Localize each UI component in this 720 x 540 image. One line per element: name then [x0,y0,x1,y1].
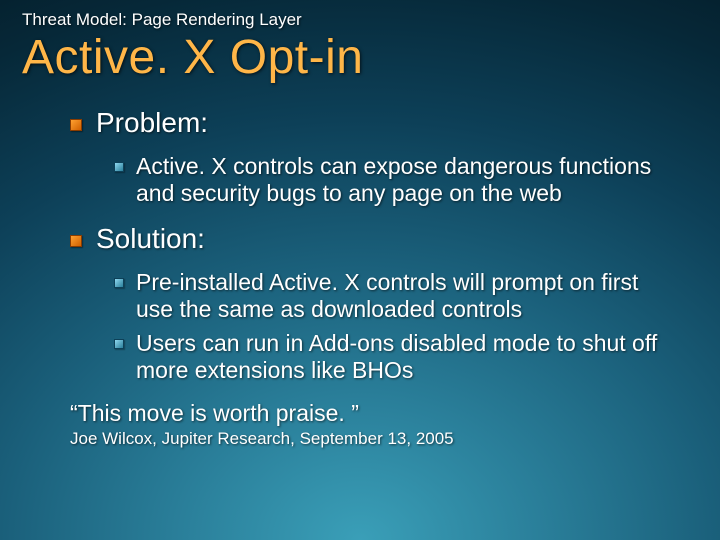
list-item-text: Pre-installed Active. X controls will pr… [136,269,676,323]
list-item: Pre-installed Active. X controls will pr… [114,269,700,323]
slide-content: Problem: Active. X controls can expose d… [20,107,700,449]
square-bullet-icon [70,235,82,247]
square-bullet-icon [70,119,82,131]
square-bullet-icon [114,162,124,172]
section-problem: Problem: [70,107,700,139]
section-heading: Solution: [96,223,205,255]
slide-quote: “This move is worth praise. ” [70,400,700,427]
section-solution-items: Pre-installed Active. X controls will pr… [70,269,700,384]
slide-eyebrow: Threat Model: Page Rendering Layer [22,10,700,30]
list-item: Active. X controls can expose dangerous … [114,153,700,207]
section-problem-items: Active. X controls can expose dangerous … [70,153,700,207]
list-item-text: Active. X controls can expose dangerous … [136,153,676,207]
list-item: Users can run in Add-ons disabled mode t… [114,330,700,384]
section-heading: Problem: [96,107,208,139]
square-bullet-icon [114,339,124,349]
square-bullet-icon [114,278,124,288]
slide-title: Active. X Opt-in [22,30,700,85]
section-solution: Solution: [70,223,700,255]
list-item-text: Users can run in Add-ons disabled mode t… [136,330,676,384]
slide-attribution: Joe Wilcox, Jupiter Research, September … [70,429,700,449]
